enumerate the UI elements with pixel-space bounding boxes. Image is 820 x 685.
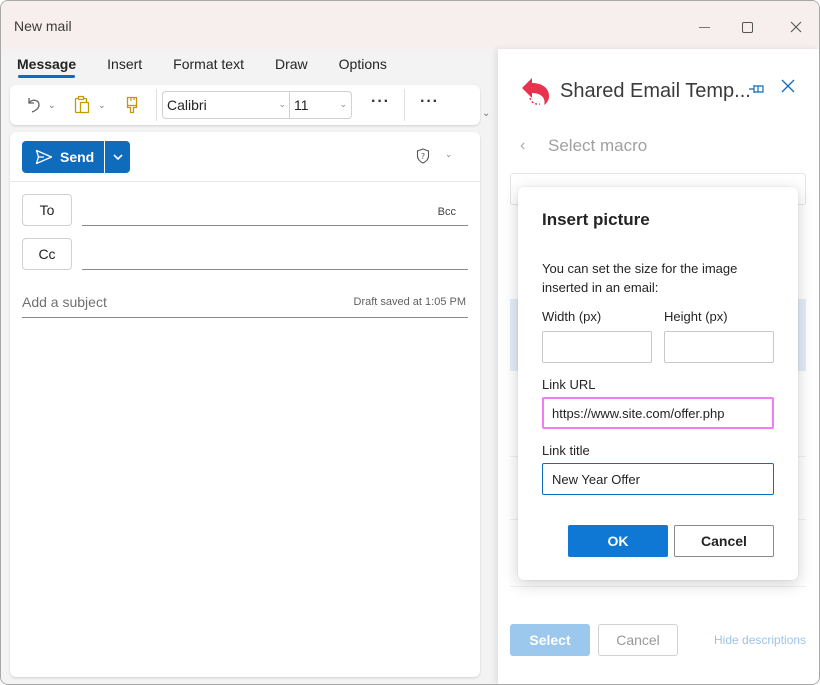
chevron-left-icon: ‹ — [520, 137, 526, 154]
hide-descriptions-link[interactable]: Hide descriptions — [714, 633, 806, 647]
window-title: New mail — [14, 18, 72, 34]
tab-message[interactable]: Message — [17, 56, 76, 78]
chevron-down-icon: ⌄ — [339, 99, 347, 109]
paste-dropdown-chevron-icon[interactable]: ⌄ — [98, 95, 106, 115]
pin-button[interactable] — [748, 82, 766, 100]
format-painter-icon — [126, 96, 138, 114]
font-size-value: 11 — [294, 97, 309, 113]
draft-status: Draft saved at 1:05 PM — [353, 296, 467, 308]
svg-text:?: ? — [421, 152, 425, 161]
height-input[interactable] — [664, 331, 774, 363]
ok-button[interactable]: OK — [568, 525, 668, 557]
divider — [10, 181, 480, 182]
width-input[interactable] — [542, 331, 652, 363]
minimize-icon — [698, 26, 710, 28]
cancel-button[interactable]: Cancel — [674, 525, 774, 557]
minimize-button[interactable] — [681, 13, 727, 41]
close-pane-button[interactable] — [781, 79, 795, 98]
link-title-label: Link title — [542, 443, 590, 458]
link-url-label: Link URL — [542, 377, 596, 392]
tab-insert[interactable]: Insert — [107, 56, 142, 78]
close-icon — [790, 21, 802, 33]
tab-format-text[interactable]: Format text — [173, 56, 244, 78]
subject-input[interactable]: Add a subject Draft saved at 1:05 PM — [22, 292, 468, 318]
back-label: Select macro — [548, 136, 648, 155]
cc-button[interactable]: Cc — [22, 238, 72, 270]
paste-button[interactable] — [72, 95, 92, 115]
shared-email-templates-logo-icon — [522, 78, 549, 105]
link-url-input[interactable]: https://www.site.com/offer.php — [542, 397, 774, 429]
subject-placeholder: Add a subject — [22, 294, 107, 310]
font-family-select[interactable]: Calibri ⌄ — [162, 91, 290, 119]
more-options-button[interactable]: ··· — [420, 94, 439, 110]
dialog-description: You can set the size for the image inser… — [542, 261, 738, 295]
message-body[interactable] — [22, 327, 468, 667]
send-options-dropdown[interactable] — [105, 154, 130, 160]
maximize-icon — [741, 21, 753, 33]
ribbon-expand-chevron-icon[interactable]: ⌄ — [482, 108, 490, 119]
send-button[interactable]: Send — [22, 141, 105, 173]
maximize-button[interactable] — [724, 13, 770, 41]
chevron-down-icon: ⌄ — [278, 99, 286, 109]
undo-dropdown-chevron-icon[interactable]: ⌄ — [48, 95, 56, 115]
send-label: Send — [60, 149, 95, 165]
ribbon-separator — [156, 89, 157, 121]
tab-draw[interactable]: Draw — [275, 56, 308, 78]
list-divider — [510, 586, 806, 587]
dialog-title: Insert picture — [542, 210, 650, 229]
width-label: Width (px) — [542, 309, 602, 324]
to-button[interactable]: To — [22, 194, 72, 226]
tab-options[interactable]: Options — [339, 56, 387, 78]
outlook-new-mail-window: New mail Message Insert Format text Draw… — [0, 0, 820, 685]
undo-button[interactable] — [24, 95, 44, 115]
chevron-down-icon — [112, 154, 123, 160]
cc-input[interactable] — [82, 240, 468, 270]
font-size-select[interactable]: 11 ⌄ — [289, 91, 352, 119]
select-button[interactable]: Select — [510, 624, 590, 656]
format-painter-button[interactable] — [122, 95, 142, 115]
send-icon — [35, 149, 53, 165]
title-bar: New mail — [1, 1, 819, 49]
ribbon-toolbar: ⌄ ⌄ Calibri ⌄ 11 ⌄ ··· ··· — [10, 85, 480, 125]
compose-card: Send ? ⌄ To Bcc Cc Add a subject Draft s… — [10, 132, 480, 677]
pane-cancel-button[interactable]: Cancel — [598, 624, 678, 656]
link-title-input[interactable]: New Year Offer — [542, 463, 774, 495]
shield-question-icon: ? — [416, 148, 430, 164]
bcc-button[interactable]: Bcc — [438, 206, 456, 218]
font-family-value: Calibri — [167, 97, 207, 113]
sensitivity-button[interactable]: ? — [416, 148, 430, 169]
insert-picture-dialog: Insert picture You can set the size for … — [518, 187, 798, 580]
undo-icon — [28, 98, 40, 113]
paste-icon — [74, 95, 90, 114]
close-icon — [781, 79, 795, 93]
close-window-button[interactable] — [773, 13, 819, 41]
ribbon-tabs: Message Insert Format text Draw Options — [17, 56, 418, 78]
addin-title: Shared Email Temp... — [560, 80, 751, 102]
sensitivity-chevron-icon[interactable]: ⌄ — [445, 149, 453, 160]
to-input[interactable]: Bcc — [82, 196, 468, 226]
height-label: Height (px) — [664, 309, 728, 324]
ribbon-separator — [404, 89, 405, 121]
send-split-button: Send — [22, 141, 130, 173]
pin-icon — [749, 85, 764, 93]
back-button[interactable]: ‹ Select macro — [520, 136, 647, 156]
more-formatting-button[interactable]: ··· — [371, 94, 390, 110]
